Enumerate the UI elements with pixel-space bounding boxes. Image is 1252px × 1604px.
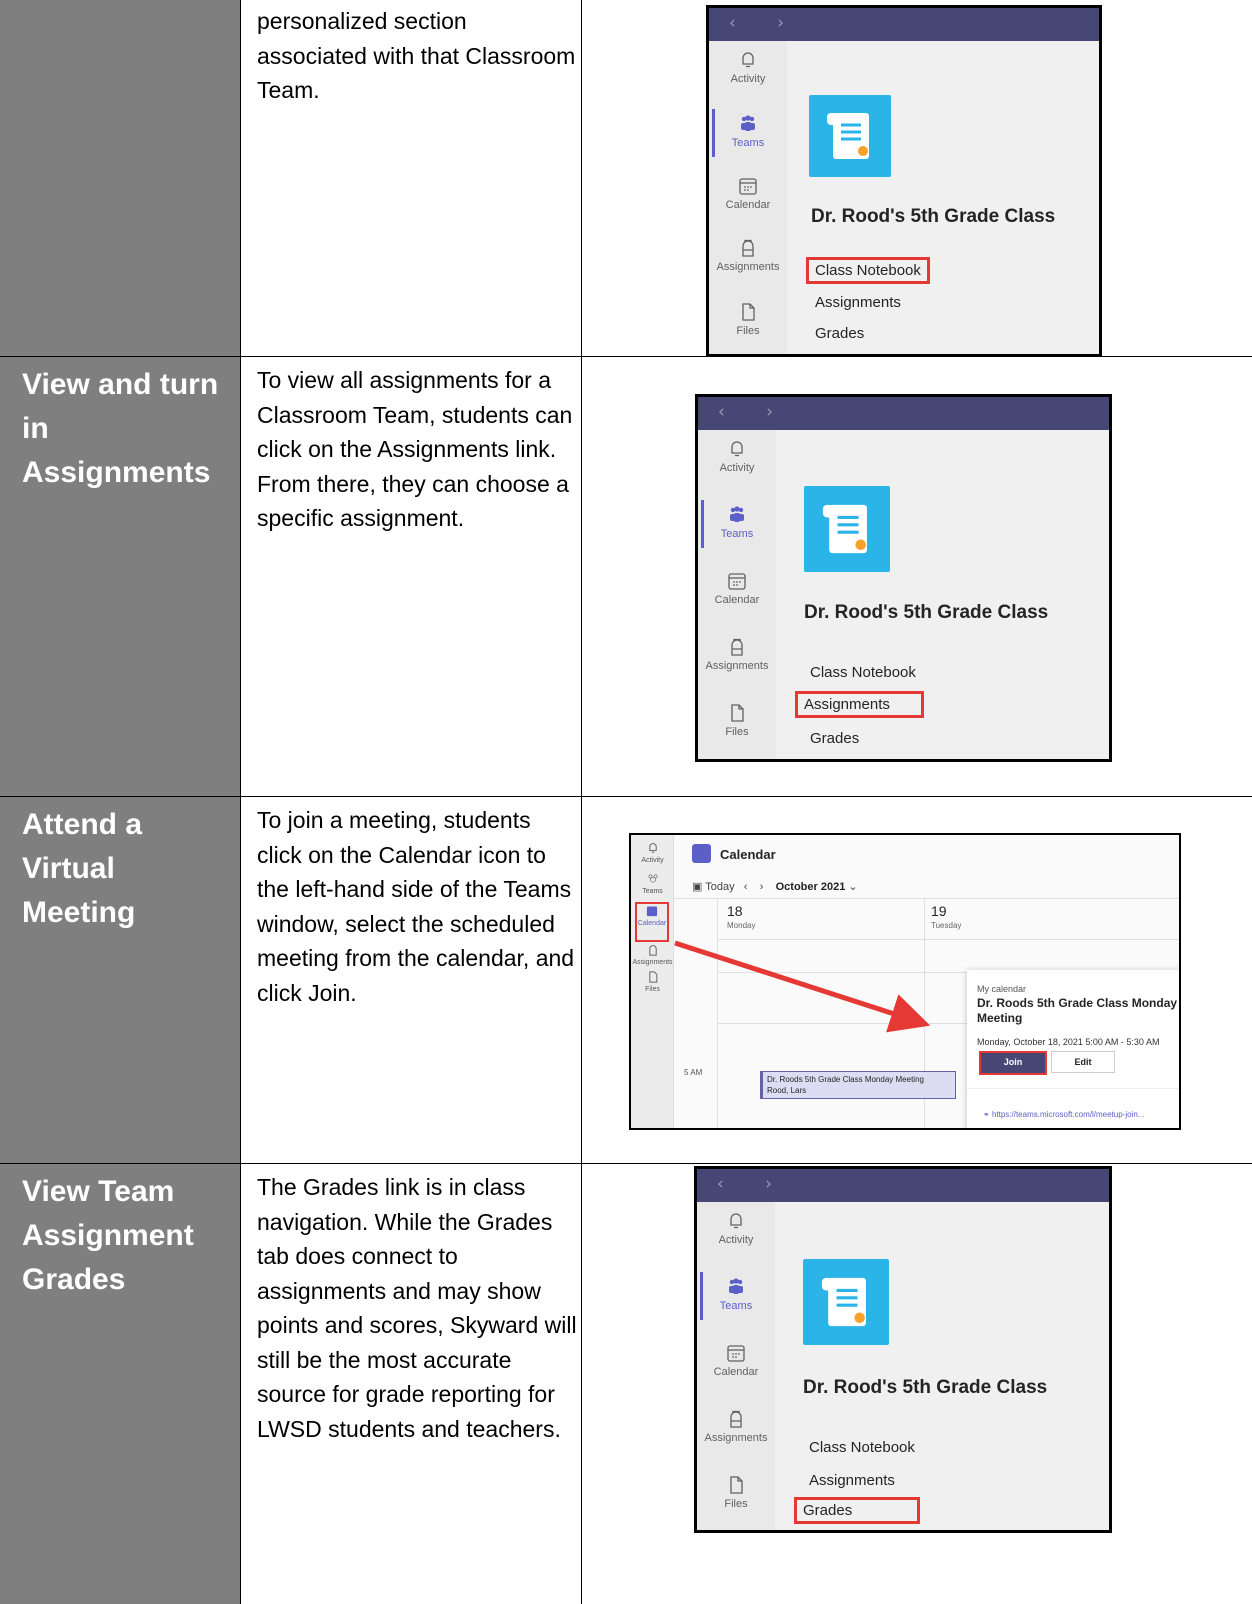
assignments-link[interactable]: Assignments bbox=[809, 292, 907, 313]
grades-link[interactable]: Grades bbox=[804, 728, 865, 749]
row-description-cell: personalized section associated with tha… bbox=[241, 0, 582, 356]
teams-title-bar: ‹ › bbox=[697, 1169, 1109, 1202]
rail-activity[interactable]: Activity bbox=[698, 438, 776, 474]
class-name: Dr. Rood's 5th Grade Class bbox=[804, 602, 1049, 623]
notebook-scroll-icon bbox=[827, 113, 869, 159]
notebook-scroll-icon bbox=[821, 1277, 866, 1327]
class-tile-icon bbox=[803, 1259, 889, 1345]
row-heading-cell: Attend a Virtual Meeting bbox=[0, 797, 241, 1163]
rail-label: Files bbox=[736, 325, 760, 337]
back-forward-icon[interactable]: ‹ › bbox=[729, 13, 802, 33]
row-divider bbox=[0, 1163, 1252, 1164]
class-name: Dr. Rood's 5th Grade Class bbox=[811, 206, 1056, 227]
rail-label: Files bbox=[725, 726, 749, 738]
rail-files[interactable]: Files bbox=[697, 1474, 775, 1510]
file-icon bbox=[742, 303, 755, 321]
rail-label: Teams bbox=[719, 1300, 753, 1312]
class-tile-icon bbox=[809, 95, 891, 177]
teams-icon bbox=[741, 115, 755, 131]
rail-label: Calendar bbox=[714, 594, 760, 606]
assignments-link[interactable]: Assignments bbox=[795, 691, 924, 718]
teams-title-bar: ‹ › bbox=[709, 8, 1099, 41]
assignments-link[interactable]: Assignments bbox=[803, 1470, 901, 1491]
teams-title-bar: ‹ › bbox=[698, 397, 1109, 430]
back-forward-icon[interactable]: ‹ › bbox=[717, 1174, 790, 1194]
calendar-icon bbox=[728, 573, 746, 590]
rail-files[interactable]: Files bbox=[698, 702, 776, 738]
teams-icon bbox=[730, 506, 744, 522]
grades-link[interactable]: Grades bbox=[809, 323, 870, 344]
rail-teams[interactable]: Teams bbox=[709, 109, 787, 157]
row-heading-cell: View and turn in Assignments bbox=[0, 357, 241, 796]
class-notebook-link[interactable]: Class Notebook bbox=[806, 257, 930, 284]
rail-label: Teams bbox=[720, 528, 754, 540]
rail-label: Activity bbox=[719, 462, 755, 474]
row-heading: View and turn in Assignments bbox=[22, 368, 219, 489]
back-forward-icon[interactable]: ‹ › bbox=[718, 402, 791, 422]
row-description: The Grades link is in class navigation. … bbox=[257, 1174, 577, 1442]
grades-link[interactable]: Grades bbox=[794, 1497, 920, 1524]
rail-label: Assignments bbox=[705, 660, 769, 672]
row-heading: Attend a Virtual Meeting bbox=[22, 808, 142, 929]
rail-label: Activity bbox=[718, 1234, 754, 1246]
backpack-icon bbox=[731, 638, 743, 656]
backpack-icon bbox=[742, 239, 754, 257]
file-icon bbox=[730, 1476, 743, 1494]
row-heading-cell: View Team Assignment Grades bbox=[0, 1164, 241, 1604]
rail-label: Activity bbox=[730, 73, 766, 85]
rail-label: Calendar bbox=[725, 199, 771, 211]
bell-icon bbox=[742, 52, 754, 68]
rail-calendar[interactable]: Calendar bbox=[709, 175, 787, 211]
class-notebook-link[interactable]: Class Notebook bbox=[804, 662, 922, 683]
row-heading: View Team Assignment Grades bbox=[22, 1175, 194, 1296]
class-tile-icon bbox=[804, 486, 890, 572]
class-name: Dr. Rood's 5th Grade Class bbox=[803, 1377, 1048, 1398]
calendar-icon bbox=[739, 178, 757, 195]
row-description: To view all assignments for a Classroom … bbox=[257, 367, 573, 531]
rail-activity[interactable]: Activity bbox=[709, 49, 787, 85]
rail-label: Calendar bbox=[713, 1366, 759, 1378]
row-heading-cell bbox=[0, 0, 241, 356]
rail-assignments[interactable]: Assignments bbox=[709, 237, 787, 273]
class-notebook-link[interactable]: Class Notebook bbox=[803, 1437, 921, 1458]
teams-class-screenshot: ‹ › Activity Teams Calendar Assignments … bbox=[695, 394, 1112, 762]
rail-assignments[interactable]: Assignments bbox=[698, 636, 776, 672]
bell-icon bbox=[730, 1213, 742, 1229]
calendar-icon bbox=[727, 1345, 745, 1362]
rail-files[interactable]: Files bbox=[709, 301, 787, 337]
row-divider bbox=[0, 796, 1252, 797]
rail-label: Assignments bbox=[704, 1432, 768, 1444]
row-description: personalized section associated with tha… bbox=[257, 8, 576, 103]
notebook-scroll-icon bbox=[822, 504, 867, 554]
rail-assignments[interactable]: Assignments bbox=[697, 1408, 775, 1444]
row-description-cell: To view all assignments for a Classroom … bbox=[241, 357, 582, 796]
app-rail: Activity Teams Calendar Assignments File… bbox=[709, 41, 787, 354]
rail-label: Teams bbox=[731, 137, 765, 149]
rail-teams[interactable]: Teams bbox=[697, 1272, 775, 1320]
app-rail: Activity Teams Calendar Assignments File… bbox=[698, 430, 776, 759]
teams-icon bbox=[729, 1278, 743, 1294]
rail-calendar[interactable]: Calendar bbox=[698, 570, 776, 606]
backpack-icon bbox=[730, 1410, 742, 1428]
rail-activity[interactable]: Activity bbox=[697, 1210, 775, 1246]
bell-icon bbox=[731, 441, 743, 457]
rail-label: Files bbox=[724, 1498, 748, 1510]
red-arrow-annotation bbox=[674, 940, 931, 1033]
teams-class-screenshot: ‹ › Activity Teams Calendar Assignments … bbox=[706, 5, 1102, 357]
file-icon bbox=[731, 704, 744, 722]
row-description-cell: To join a meeting, students click on the… bbox=[241, 797, 582, 1163]
rail-teams[interactable]: Teams bbox=[698, 500, 776, 548]
rail-calendar[interactable]: Calendar bbox=[697, 1342, 775, 1378]
teams-calendar-screenshot: Activity Teams Calendar Assignments File… bbox=[629, 833, 1181, 1130]
rail-label: Assignments bbox=[716, 261, 780, 273]
row-description-cell: The Grades link is in class navigation. … bbox=[241, 1164, 582, 1604]
row-description: To join a meeting, students click on the… bbox=[257, 807, 575, 1006]
teams-class-screenshot: ‹ › Activity Teams Calendar Assignments … bbox=[694, 1166, 1112, 1533]
app-rail: Activity Teams Calendar Assignments File… bbox=[697, 1202, 775, 1530]
